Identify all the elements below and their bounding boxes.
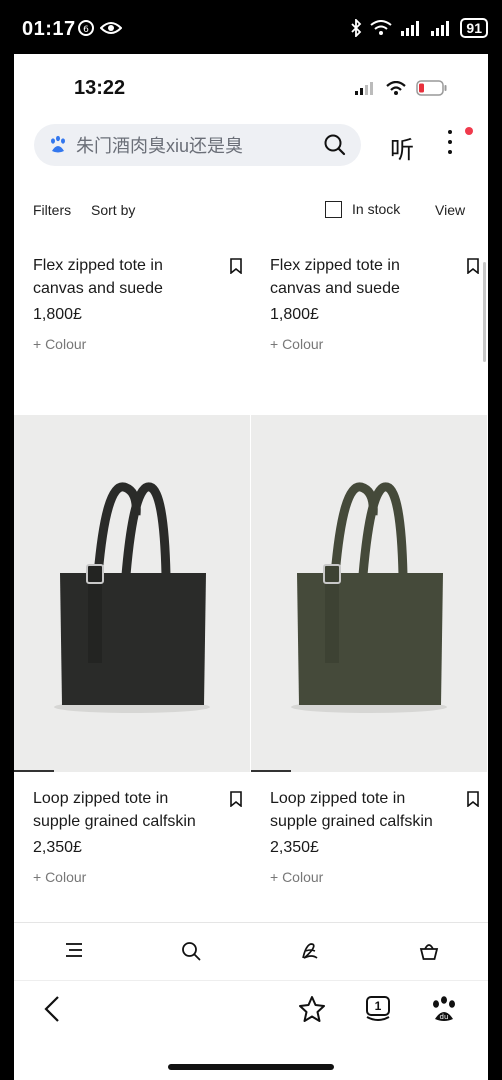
- product-name[interactable]: Loop zipped tote in supple grained calfs…: [270, 787, 445, 833]
- bag-icon[interactable]: [419, 941, 439, 961]
- product-card[interactable]: Loop zipped tote in supple grained calfs…: [33, 787, 253, 885]
- product-card[interactable]: Loop zipped tote in supple grained calfs…: [270, 787, 488, 885]
- back-icon[interactable]: [42, 995, 62, 1023]
- view-button[interactable]: View: [435, 202, 465, 218]
- baidu-paw-icon: [51, 135, 65, 153]
- image-indicator: [251, 770, 291, 772]
- menu-icon[interactable]: [64, 941, 84, 959]
- product-toolbar: Filters Sort by In stock View: [14, 194, 488, 224]
- bookmark-icon[interactable]: [229, 258, 243, 274]
- inner-clock: 13:22: [74, 77, 126, 99]
- product-image[interactable]: [14, 415, 250, 772]
- bookmark-icon[interactable]: [229, 791, 243, 807]
- site-bottom-nav: [14, 922, 488, 980]
- product-name[interactable]: Flex zipped tote in canvas and suede: [33, 254, 208, 300]
- battery-indicator: 91: [460, 18, 488, 38]
- svg-text:6: 6: [83, 25, 89, 35]
- inner-status-bar: 13:22: [14, 54, 488, 116]
- product-price: 2,350£: [270, 839, 319, 856]
- product-image[interactable]: [251, 415, 487, 772]
- in-stock-checkbox[interactable]: [325, 201, 342, 218]
- search-query[interactable]: 朱门酒肉臭xiu还是臭: [76, 132, 243, 158]
- app-status-icon: 6: [78, 20, 94, 36]
- filters-button[interactable]: Filters: [33, 202, 71, 218]
- baidu-icon[interactable]: du: [430, 995, 458, 1023]
- product-card[interactable]: Flex zipped tote in canvas and suede 1,8…: [270, 254, 488, 352]
- battery-low-icon: [416, 80, 447, 96]
- tote-bag-image: [291, 482, 447, 713]
- tote-bag-image: [54, 482, 210, 713]
- colour-link[interactable]: + Colour: [33, 869, 253, 885]
- product-name[interactable]: Flex zipped tote in canvas and suede: [270, 254, 445, 300]
- search-icon[interactable]: [181, 941, 201, 961]
- browser-toolbar: 1 du: [14, 980, 488, 1040]
- in-stock-label[interactable]: In stock: [352, 201, 400, 217]
- bookmark-icon[interactable]: [466, 258, 480, 274]
- logo-icon[interactable]: [300, 941, 320, 961]
- os-status-bar: 01:17 6 91: [0, 0, 502, 54]
- more-menu-button[interactable]: [444, 130, 456, 160]
- search-icon[interactable]: [323, 133, 347, 157]
- bookmark-icon[interactable]: [466, 791, 480, 807]
- product-price: 1,800£: [33, 306, 82, 323]
- product-card[interactable]: Flex zipped tote in canvas and suede 1,8…: [33, 254, 253, 352]
- listen-button[interactable]: 听: [390, 130, 414, 165]
- home-indicator[interactable]: [168, 1064, 334, 1070]
- sort-by-button[interactable]: Sort by: [91, 202, 135, 218]
- image-indicator: [14, 770, 54, 772]
- colour-link[interactable]: + Colour: [270, 869, 488, 885]
- signal-icon: [401, 21, 420, 36]
- signal-icon-2: [431, 21, 450, 36]
- star-icon[interactable]: [298, 995, 326, 1023]
- product-price: 1,800£: [270, 306, 319, 323]
- svg-text:du: du: [440, 1013, 449, 1021]
- signal-icon: [355, 82, 373, 95]
- search-bar[interactable]: 朱门酒肉臭xiu还是臭: [34, 124, 361, 166]
- notification-dot: [465, 127, 473, 135]
- product-price: 2,350£: [33, 839, 82, 856]
- product-name[interactable]: Loop zipped tote in supple grained calfs…: [33, 787, 208, 833]
- bluetooth-icon: [351, 19, 362, 37]
- tabs-count: 1: [374, 999, 382, 1013]
- colour-link[interactable]: + Colour: [33, 336, 253, 352]
- wifi-icon: [370, 20, 393, 35]
- wifi-icon: [386, 81, 406, 95]
- tabs-button[interactable]: 1: [364, 995, 392, 1023]
- scrollbar[interactable]: [483, 262, 486, 362]
- eye-icon: [100, 22, 122, 34]
- colour-link[interactable]: + Colour: [270, 336, 488, 352]
- browser-screen: 13:22 朱门酒肉臭xiu还是臭 听 Filters Sort by In s…: [14, 54, 488, 1080]
- os-clock: 01:17: [22, 18, 76, 40]
